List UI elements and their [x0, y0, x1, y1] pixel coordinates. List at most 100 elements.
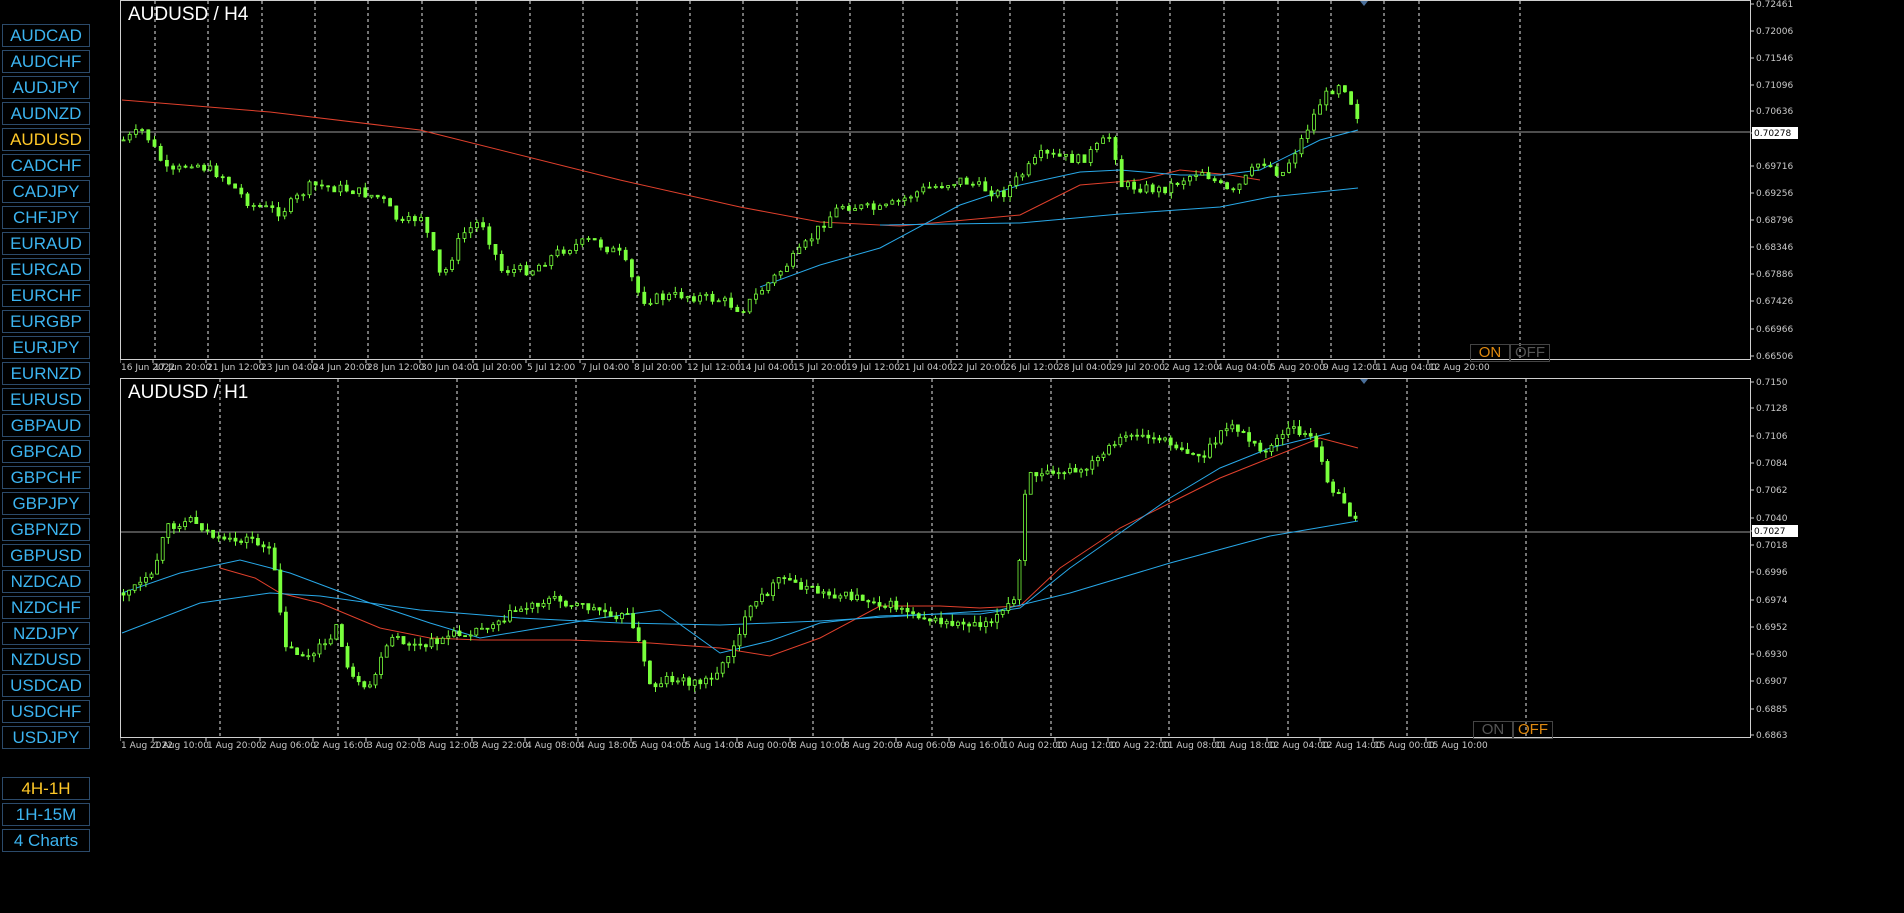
candle	[558, 594, 563, 609]
symbol-button-nzdcad[interactable]: NZDCAD	[2, 570, 90, 593]
y-tick-label: 0.6863	[1756, 731, 1788, 741]
candle	[648, 298, 653, 306]
symbol-button-cadjpy[interactable]: CADJPY	[2, 180, 90, 203]
candle	[720, 661, 725, 678]
symbol-button-usdjpy[interactable]: USDJPY	[2, 726, 90, 749]
candle	[865, 202, 870, 208]
symbol-button-nzdjpy[interactable]: NZDJPY	[2, 622, 90, 645]
candle	[535, 602, 540, 614]
layout-button-4h-1h[interactable]: 4H-1H	[2, 777, 90, 800]
symbol-button-cadchf[interactable]: CADCHF	[2, 154, 90, 177]
x-tick-label: 10 Aug 22:00	[1109, 741, 1170, 751]
candle	[1057, 148, 1062, 157]
symbol-button-audusd[interactable]: AUDUSD	[2, 128, 90, 151]
candle	[971, 181, 975, 188]
toggle-off-button[interactable]: OFF	[1510, 344, 1550, 362]
candle	[1112, 440, 1117, 449]
symbol-button-audchf[interactable]: AUDCHF	[2, 50, 90, 73]
symbol-button-usdcad[interactable]: USDCAD	[2, 674, 90, 697]
candle	[419, 213, 424, 223]
symbol-button-gbpaud[interactable]: GBPAUD	[2, 414, 90, 437]
candle	[194, 510, 199, 524]
symbol-button-gbpcad[interactable]: GBPCAD	[2, 440, 90, 463]
symbol-button-eurcad[interactable]: EURCAD	[2, 258, 90, 281]
candle	[608, 606, 613, 617]
candle	[591, 603, 596, 611]
candle	[1314, 433, 1319, 448]
candle	[549, 254, 554, 270]
candle	[984, 617, 988, 634]
symbol-button-gbpjpy[interactable]: GBPJPY	[2, 492, 90, 515]
candle	[855, 588, 859, 602]
x-tick-label: 19 Jul 12:00	[846, 363, 900, 373]
toggle-on-button[interactable]: ON	[1473, 721, 1513, 739]
candle	[214, 163, 219, 179]
candle	[513, 606, 518, 612]
candle	[278, 563, 283, 616]
shift-marker[interactable]	[1360, 1, 1368, 6]
layout-button-4-charts[interactable]: 4 Charts	[2, 829, 90, 852]
candle	[754, 288, 758, 305]
layout-button-1h-15m[interactable]: 1H-15M	[2, 803, 90, 826]
candle	[827, 588, 831, 600]
symbol-button-audcad[interactable]: AUDCAD	[2, 24, 90, 47]
candle	[896, 198, 901, 206]
candle	[295, 647, 300, 656]
candle	[339, 623, 344, 648]
candle	[967, 621, 971, 633]
candle	[1181, 177, 1186, 190]
symbol-button-usdchf[interactable]: USDCHF	[2, 700, 90, 723]
candle	[369, 194, 374, 199]
chart-h1[interactable]: 0.7150 0.7128 0.7106 0.7084 0.7062 0.7040 0.70…	[120, 378, 1870, 913]
symbol-button-eurusd[interactable]: EURUSD	[2, 388, 90, 411]
candle	[785, 263, 789, 273]
symbol-button-eurgbp[interactable]: EURGBP	[2, 310, 90, 333]
candle	[282, 207, 287, 220]
candle	[171, 163, 175, 175]
symbol-button-eurnzd[interactable]: EURNZD	[2, 362, 90, 385]
candle	[776, 577, 781, 590]
candle	[1196, 453, 1201, 463]
candle	[311, 651, 316, 663]
candle	[518, 263, 523, 273]
candle	[821, 588, 826, 599]
symbol-button-eurchf[interactable]: EURCHF	[2, 284, 90, 307]
symbol-button-nzdchf[interactable]: NZDCHF	[2, 596, 90, 619]
candle	[1082, 154, 1087, 163]
candle	[208, 160, 213, 172]
y-tick-label: 0.6952	[1756, 623, 1788, 633]
symbol-button-gbpusd[interactable]: GBPUSD	[2, 544, 90, 567]
x-tick-label: 15 Aug 00:00	[1374, 741, 1435, 751]
candle	[1185, 442, 1190, 454]
chart-h4[interactable]: 0.72461 0.72006 0.71546 0.71096 0.70636 0.702…	[120, 0, 1870, 375]
symbol-button-gbpchf[interactable]: GBPCHF	[2, 466, 90, 489]
candle	[1000, 609, 1005, 618]
candle	[1118, 433, 1123, 448]
candle	[692, 679, 697, 693]
symbol-button-gbpnzd[interactable]: GBPNZD	[2, 518, 90, 541]
symbol-button-eurjpy[interactable]: EURJPY	[2, 336, 90, 359]
shift-marker[interactable]	[1360, 379, 1368, 384]
symbol-button-euraud[interactable]: EURAUD	[2, 232, 90, 255]
symbol-button-audjpy[interactable]: AUDJPY	[2, 76, 90, 99]
toggle-on-button[interactable]: ON	[1470, 344, 1510, 362]
candle	[227, 176, 231, 186]
toggle-off-button[interactable]: OFF	[1513, 721, 1553, 739]
candle	[860, 594, 865, 601]
candle	[468, 221, 473, 239]
candle	[676, 677, 680, 685]
candle	[1163, 436, 1167, 443]
symbol-button-chfjpy[interactable]: CHFJPY	[2, 206, 90, 229]
candle	[1202, 450, 1207, 464]
candle	[363, 182, 368, 198]
x-tick-label: 11 Aug 04:00	[1376, 363, 1437, 373]
candle	[909, 194, 913, 203]
y-tick-label: 0.67426	[1756, 297, 1793, 307]
symbol-button-audnzd[interactable]: AUDNZD	[2, 102, 90, 125]
candle	[552, 590, 557, 601]
y-tick-label: 0.71096	[1756, 81, 1793, 91]
candle	[183, 164, 188, 169]
symbol-button-nzdusd[interactable]: NZDUSD	[2, 648, 90, 671]
x-tick-label: 3 Aug 02:00	[367, 741, 422, 751]
candle	[844, 591, 848, 599]
